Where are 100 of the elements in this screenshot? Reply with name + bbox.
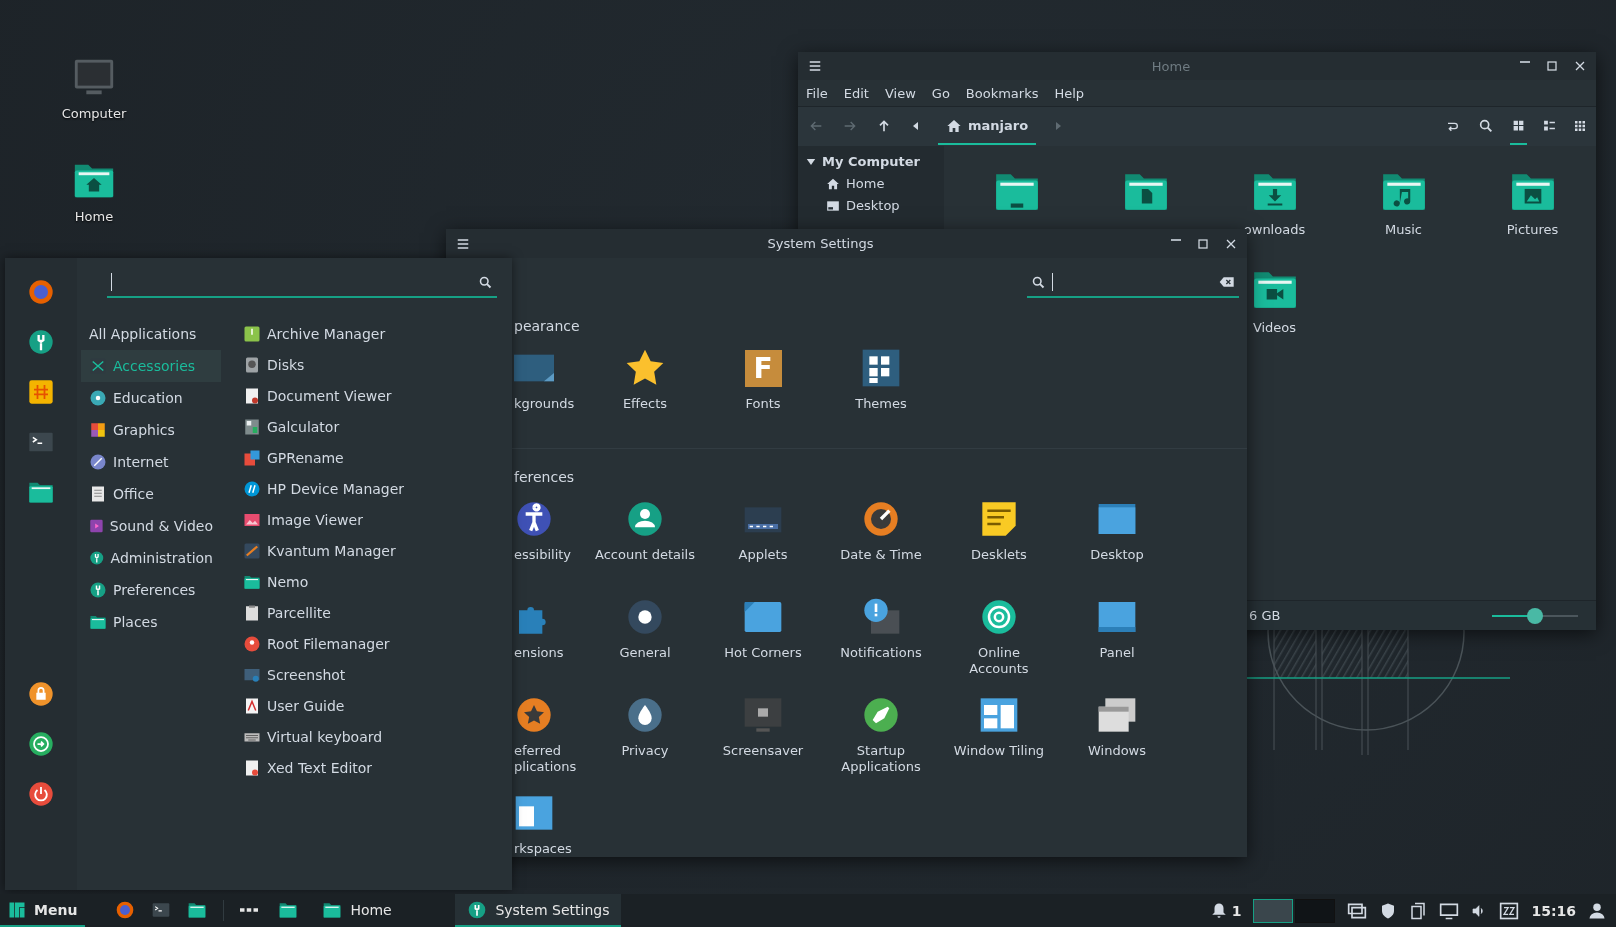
settings-item[interactable]: Screensaver — [704, 695, 822, 793]
settings-item[interactable]: rkspaces — [514, 793, 586, 891]
text-editor-icon — [243, 758, 261, 777]
notification-button[interactable]: 1 — [1209, 901, 1242, 920]
maximize-icon — [1197, 237, 1209, 250]
sleep-icon — [1499, 900, 1520, 921]
lock-icon — [27, 680, 55, 708]
menu-item[interactable]: Go — [925, 83, 956, 103]
close-icon — [1225, 237, 1237, 250]
application-item[interactable]: Screenshot — [243, 659, 405, 690]
category-item[interactable]: Education — [81, 382, 221, 414]
sidebar-item[interactable]: Desktop — [806, 196, 944, 215]
menu-item[interactable]: Help — [1048, 83, 1091, 103]
settings-item[interactable]: ensions — [514, 597, 586, 695]
sidebar-item[interactable]: Home — [806, 174, 944, 193]
category-item[interactable]: Accessories — [81, 350, 221, 382]
settings-item[interactable]: Desktop — [1058, 499, 1176, 597]
settings-item[interactable]: Desklets — [940, 499, 1058, 597]
category-item[interactable]: All Applications — [81, 318, 221, 350]
folder-label[interactable]: ownloads — [1243, 222, 1306, 237]
close-button[interactable] — [1225, 237, 1237, 250]
application-item[interactable]: Nemo — [243, 566, 405, 597]
favorite-launcher[interactable] — [27, 328, 55, 356]
location-crumb[interactable]: manjaro — [938, 108, 1037, 145]
menu-item[interactable]: Edit — [837, 83, 875, 103]
zoom-slider[interactable] — [1492, 607, 1578, 624]
application-item[interactable]: Archive Manager — [243, 318, 405, 349]
application-item[interactable]: Document Viewer — [243, 380, 405, 411]
settings-item[interactable]: Account details — [586, 499, 704, 597]
settings-item[interactable]: Effects — [586, 348, 704, 428]
task-button[interactable]: System Settings — [455, 894, 622, 927]
settings-item[interactable]: kgrounds — [514, 348, 586, 428]
maximize-button[interactable] — [1197, 237, 1209, 250]
folder-label[interactable]: Music — [1385, 222, 1422, 237]
chat-icon — [27, 378, 55, 406]
slider-thumb[interactable] — [1527, 607, 1543, 624]
settings-item[interactable]: Windows — [1058, 695, 1176, 793]
folder-label[interactable]: Pictures — [1506, 222, 1559, 237]
desktop-icon-label[interactable]: Computer — [61, 106, 127, 121]
menu-item[interactable]: File — [800, 83, 834, 103]
favorite-launcher[interactable] — [27, 378, 55, 406]
settings-item[interactable]: Online Accounts — [940, 597, 1058, 695]
menu-button[interactable]: Menu — [0, 894, 86, 927]
category-item[interactable]: Graphics — [81, 414, 221, 446]
application-item[interactable]: Kvantum Manager — [243, 535, 405, 566]
session-button[interactable] — [27, 680, 55, 708]
settings-item[interactable]: eferred plications — [514, 695, 586, 793]
pdf-icon — [243, 696, 261, 715]
maximize-button[interactable] — [1546, 60, 1558, 72]
category-item[interactable]: Preferences — [81, 574, 221, 606]
sidebar-heading[interactable]: My Computer — [806, 152, 944, 171]
menu-button[interactable] — [456, 236, 470, 251]
settings-item[interactable]: Panel — [1058, 597, 1176, 695]
application-item[interactable]: Image Viewer — [243, 504, 405, 535]
settings-item[interactable]: Startup Applications — [822, 695, 940, 793]
wrench-icon — [89, 581, 107, 599]
application-item[interactable]: Virtual keyboard — [243, 721, 405, 752]
session-button[interactable] — [27, 780, 55, 808]
tiling-icon — [979, 695, 1019, 735]
folder-label[interactable]: Videos — [1252, 320, 1297, 335]
menu-icon — [456, 236, 470, 251]
globe-icon — [115, 899, 136, 920]
close-button[interactable] — [1574, 60, 1586, 72]
application-item[interactable]: HP Device Manager — [243, 473, 405, 504]
session-button[interactable] — [27, 730, 55, 758]
settings-item[interactable]: Notifications — [822, 597, 940, 695]
search-icon — [478, 274, 493, 290]
category-item[interactable]: Sound & Video — [81, 510, 221, 542]
task-button[interactable]: Home — [310, 894, 456, 927]
desktop-icon-label[interactable]: Home — [74, 209, 114, 224]
menu-button[interactable] — [808, 59, 822, 73]
application-item[interactable]: Disks — [243, 349, 405, 380]
settings-item[interactable]: Window Tiling — [940, 695, 1058, 793]
folder-icon — [89, 613, 107, 631]
application-item[interactable]: User Guide — [243, 690, 405, 721]
category-item[interactable]: Administration — [81, 542, 221, 574]
settings-item[interactable]: Themes — [822, 348, 940, 428]
category-item[interactable]: Internet — [81, 446, 221, 478]
user-icon — [625, 499, 665, 539]
category-item[interactable]: Places — [81, 606, 221, 638]
settings-item[interactable]: essibility — [514, 499, 586, 597]
power-icon — [27, 780, 55, 808]
menu-item[interactable]: View — [878, 83, 922, 103]
workspace-button[interactable] — [1253, 898, 1294, 923]
application-item[interactable]: Xed Text Editor — [243, 752, 405, 783]
application-item[interactable]: Root Filemanager — [243, 628, 405, 659]
settings-item[interactable]: Date & Time — [822, 499, 940, 597]
application-item[interactable]: Galculator — [243, 411, 405, 442]
menu-item[interactable]: Bookmarks — [959, 83, 1045, 103]
settings-item[interactable]: Hot Corners — [704, 597, 822, 695]
settings-item[interactable]: Privacy — [586, 695, 704, 793]
application-item[interactable]: Parcellite — [243, 597, 405, 628]
application-item[interactable]: GPRename — [243, 442, 405, 473]
settings-item[interactable]: Applets — [704, 499, 822, 597]
settings-item[interactable]: F Fonts — [704, 348, 822, 428]
settings-item[interactable]: General — [586, 597, 704, 695]
category-item[interactable]: Office — [81, 478, 221, 510]
globe-icon — [89, 453, 107, 471]
menu-icon — [808, 59, 822, 73]
clock[interactable]: 15:16 — [1531, 902, 1576, 919]
